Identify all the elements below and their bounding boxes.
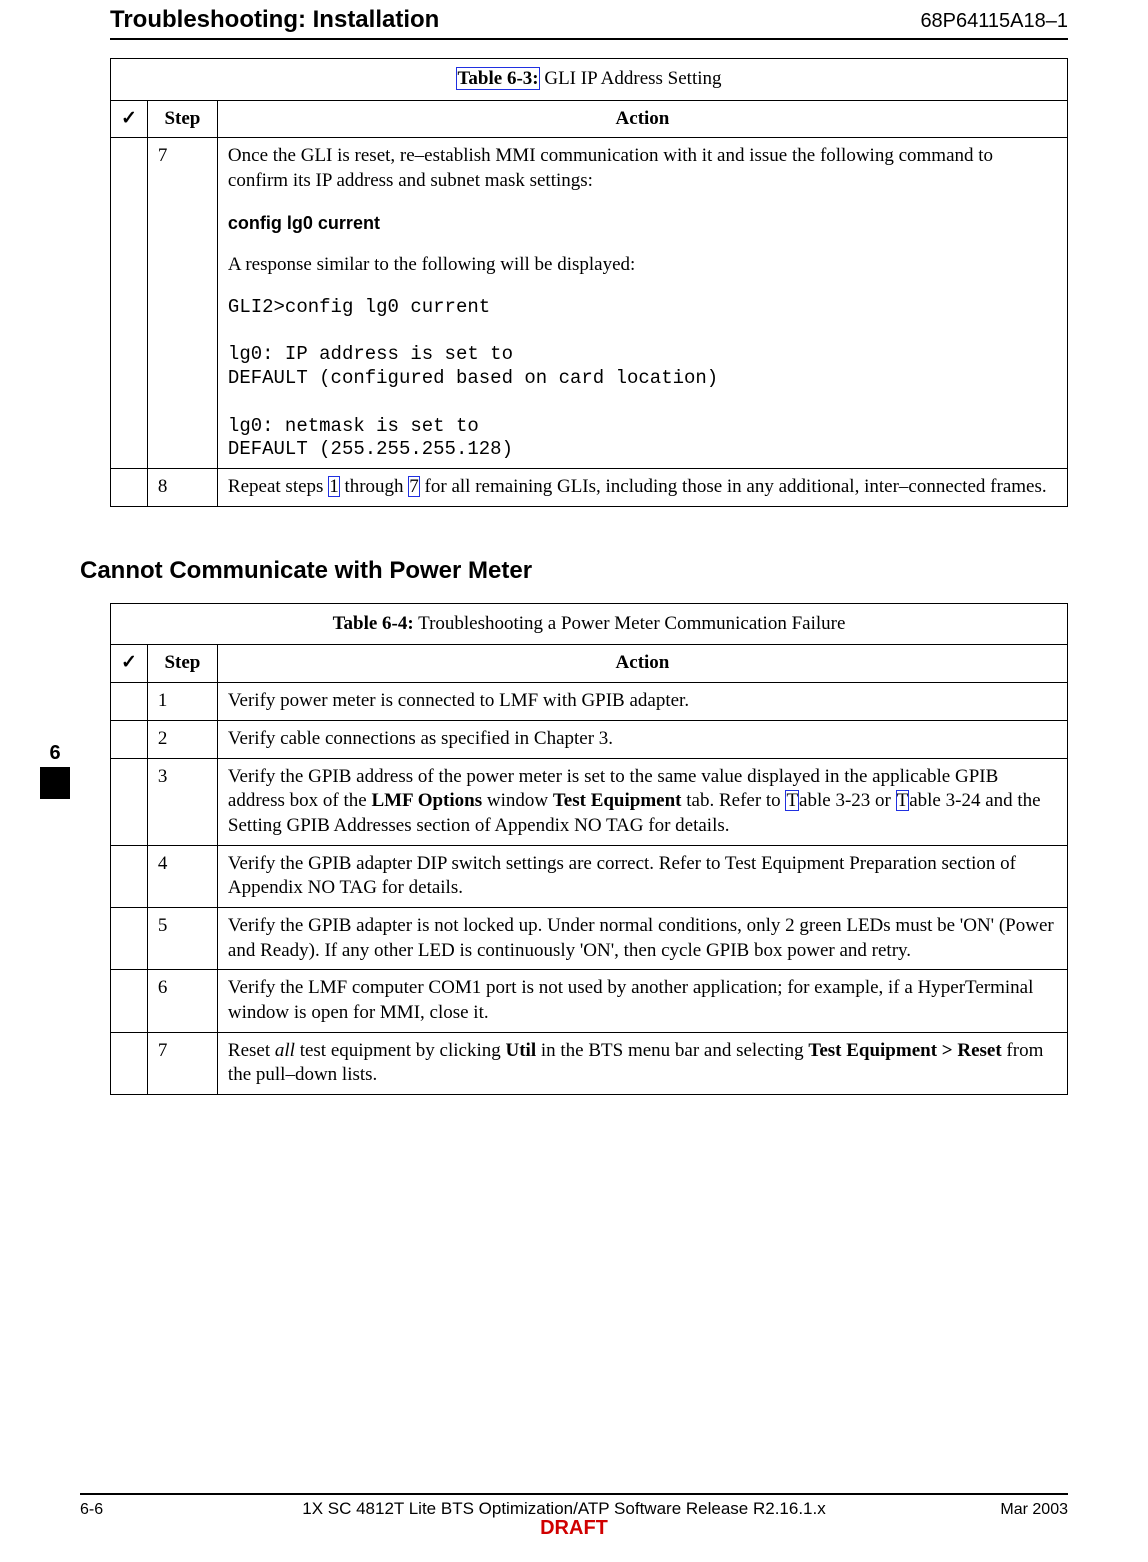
chapter-tab-block: [40, 767, 70, 799]
table-row: 8 Repeat steps 1 through 7 for all remai…: [111, 469, 1068, 507]
action-cell: Once the GLI is reset, re–establish MMI …: [217, 138, 1067, 469]
check-cell: [111, 907, 148, 969]
table-6-4: Table 6-4: Troubleshooting a Power Meter…: [110, 603, 1068, 1095]
col-step-header: Step: [147, 645, 217, 683]
footer-page-number: 6-6: [80, 1501, 160, 1519]
footer-date: Mar 2003: [968, 1501, 1068, 1519]
step-cell: 4: [147, 845, 217, 907]
action-cell: Reset all test equipment by clicking Uti…: [217, 1032, 1067, 1094]
step-cell: 7: [147, 1032, 217, 1094]
col-check-header: ✓: [111, 100, 148, 138]
step-cell: 2: [147, 720, 217, 758]
action-cell: Verify power meter is connected to LMF w…: [217, 683, 1067, 721]
check-cell: [111, 970, 148, 1032]
action-cell: Verify the GPIB adapter DIP switch setti…: [217, 845, 1067, 907]
table-row: 5 Verify the GPIB adapter is not locked …: [111, 907, 1068, 969]
step-cell: 1: [147, 683, 217, 721]
step-cell: 3: [147, 758, 217, 845]
draft-watermark: DRAFT: [80, 1517, 1068, 1540]
check-cell: [111, 138, 148, 469]
col-action-header: Action: [217, 100, 1067, 138]
header-rule: [110, 38, 1068, 40]
table-row: 1 Verify power meter is connected to LMF…: [111, 683, 1068, 721]
table-row: 6 Verify the LMF computer COM1 port is n…: [111, 970, 1068, 1032]
check-cell: [111, 758, 148, 845]
col-action-header: Action: [217, 645, 1067, 683]
check-cell: [111, 683, 148, 721]
page-footer: 6-6 1X SC 4812T Lite BTS Optimization/AT…: [80, 1493, 1068, 1540]
terminal-output: GLI2>config lg0 current lg0: IP address …: [228, 296, 1057, 462]
header-left: Troubleshooting: Installation: [110, 6, 439, 34]
step-link-1[interactable]: 1: [328, 476, 340, 497]
table-row: 7 Reset all test equipment by clicking U…: [111, 1032, 1068, 1094]
step-cell: 5: [147, 907, 217, 969]
check-cell: [111, 845, 148, 907]
table-row: 4 Verify the GPIB adapter DIP switch set…: [111, 845, 1068, 907]
table-6-4-title: Table 6-4: Troubleshooting a Power Meter…: [111, 603, 1068, 645]
chapter-tab: 6: [40, 742, 70, 799]
action-cell: Verify the GPIB adapter is not locked up…: [217, 907, 1067, 969]
table-3-24-link[interactable]: T: [896, 790, 910, 811]
footer-rule: [80, 1493, 1068, 1495]
check-cell: [111, 1032, 148, 1094]
action-cell: Verify the GPIB address of the power met…: [217, 758, 1067, 845]
table-6-3-title: Table 6-3: GLI IP Address Setting: [111, 59, 1068, 101]
table-row: 7 Once the GLI is reset, re–establish MM…: [111, 138, 1068, 469]
action-text: A response similar to the following will…: [228, 253, 1057, 278]
command-text: config lg0 current: [228, 212, 1057, 235]
action-cell: Verify the LMF computer COM1 port is not…: [217, 970, 1067, 1032]
col-step-header: Step: [147, 100, 217, 138]
table-row: 3 Verify the GPIB address of the power m…: [111, 758, 1068, 845]
table-6-3-title-link[interactable]: Table 6-3:: [456, 67, 539, 90]
table-6-3: Table 6-3: GLI IP Address Setting ✓ Step…: [110, 58, 1068, 507]
step-cell: 8: [147, 469, 217, 507]
chapter-tab-number: 6: [40, 742, 70, 765]
footer-doc-title: 1X SC 4812T Lite BTS Optimization/ATP So…: [160, 1499, 968, 1519]
page-header: Troubleshooting: Installation 68P64115A1…: [110, 0, 1068, 34]
check-cell: [111, 720, 148, 758]
step-link-7[interactable]: 7: [408, 476, 420, 497]
action-cell: Repeat steps 1 through 7 for all remaini…: [217, 469, 1067, 507]
check-cell: [111, 469, 148, 507]
action-cell: Verify cable connections as specified in…: [217, 720, 1067, 758]
table-row: 2 Verify cable connections as specified …: [111, 720, 1068, 758]
col-check-header: ✓: [111, 645, 148, 683]
step-cell: 6: [147, 970, 217, 1032]
header-right: 68P64115A18–1: [920, 10, 1068, 33]
table-3-23-link[interactable]: T: [785, 790, 799, 811]
action-text: Once the GLI is reset, re–establish MMI …: [228, 144, 1057, 193]
step-cell: 7: [147, 138, 217, 469]
section-heading: Cannot Communicate with Power Meter: [80, 557, 1068, 585]
